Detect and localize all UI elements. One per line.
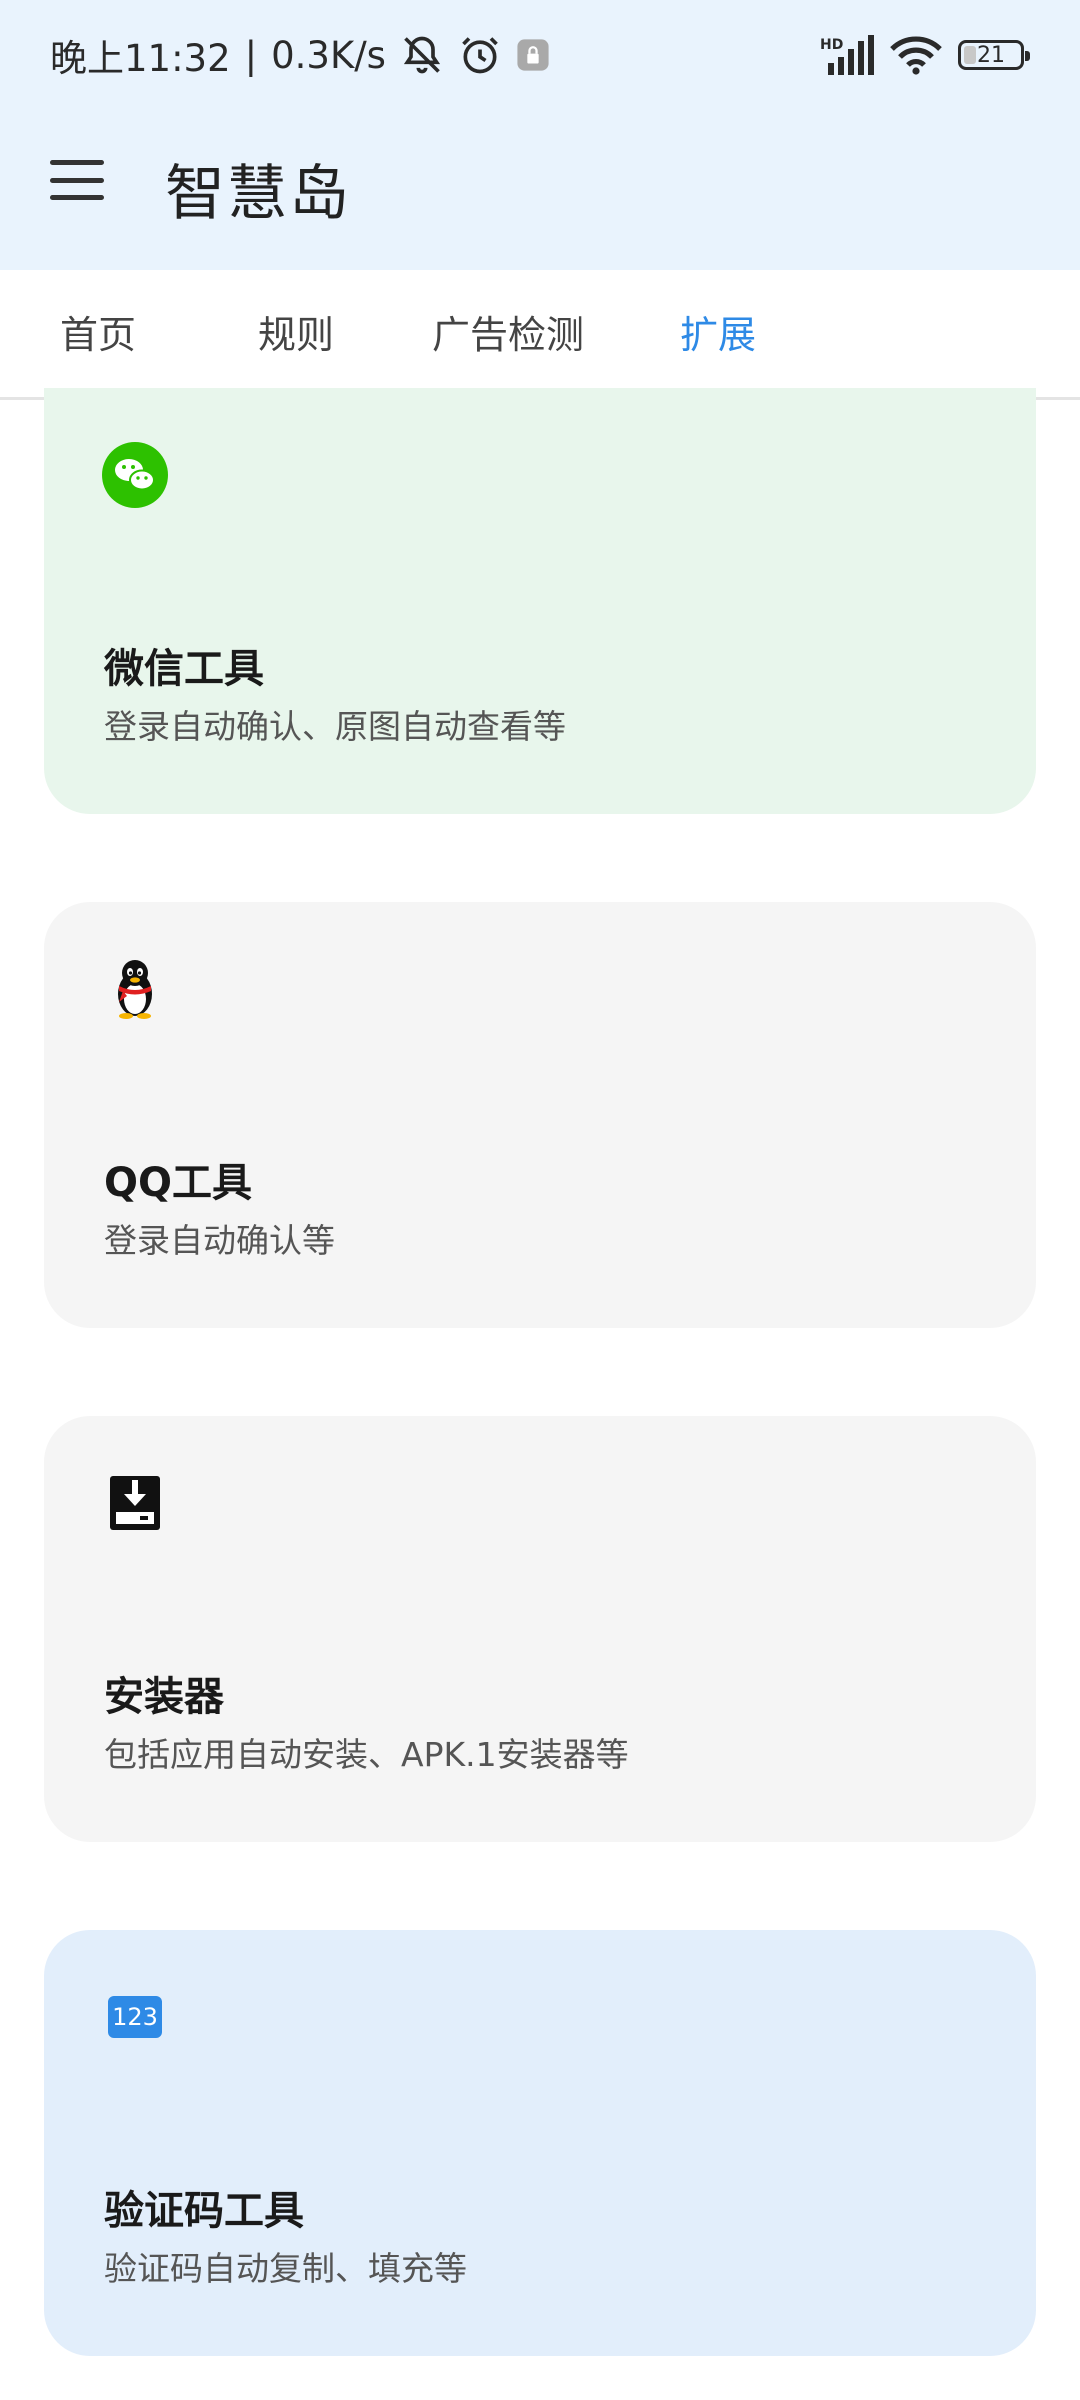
app-bar: 晚上11:32 | 0.3K/s HD 21 智慧岛 — [0, 0, 1080, 270]
svg-text:HD: HD — [820, 37, 843, 53]
card-title: QQ工具 — [104, 1160, 253, 1206]
download-box-icon — [110, 1476, 160, 1530]
menu-icon-line — [50, 160, 104, 165]
tab-rules[interactable]: 规则 — [258, 310, 334, 360]
status-separator: | — [244, 33, 258, 77]
card-title: 验证码工具 — [104, 2188, 304, 2234]
card-description: 登录自动确认等 — [104, 1221, 335, 1260]
status-bar: 晚上11:32 | 0.3K/s HD 21 — [0, 0, 1080, 110]
card-title: 微信工具 — [104, 646, 264, 692]
wechat-icon — [102, 442, 168, 508]
menu-icon-line — [50, 177, 104, 183]
menu-icon[interactable] — [50, 160, 104, 200]
card-title: 安装器 — [104, 1674, 224, 1720]
number-123-icon: 123 — [108, 1996, 162, 2038]
card-description: 登录自动确认、原图自动查看等 — [104, 707, 566, 746]
tab-home[interactable]: 首页 — [60, 310, 136, 360]
card-qq-tools[interactable]: QQ工具 登录自动确认等 — [44, 902, 1036, 1328]
battery-level: 21 — [977, 42, 1005, 68]
status-right: HD 21 — [806, 30, 1030, 80]
page-title: 智慧岛 — [165, 159, 351, 229]
number-123-icon-text: 123 — [112, 2003, 158, 2031]
card-description: 验证码自动复制、填充等 — [104, 2249, 467, 2288]
battery-fill — [964, 46, 976, 64]
tab-bar: 首页 规则 广告检测 扩展 — [0, 270, 1080, 400]
status-left: 晚上11:32 | 0.3K/s — [50, 30, 564, 80]
qq-penguin-icon — [118, 960, 152, 1019]
wifi-icon — [890, 36, 942, 75]
menu-icon-line — [50, 195, 104, 200]
status-time: 晚上11:32 — [50, 37, 231, 80]
card-wechat-tools[interactable]: 微信工具 登录自动确认、原图自动查看等 — [44, 388, 1036, 814]
tab-extensions[interactable]: 扩展 — [680, 310, 756, 360]
hd-signal-icon: HD — [820, 35, 874, 75]
tab-ad-detection[interactable]: 广告检测 — [432, 310, 584, 360]
alarm-icon — [462, 37, 498, 74]
card-description: 包括应用自动安装、APK.1安装器等 — [104, 1735, 629, 1774]
card-installer[interactable]: 安装器 包括应用自动安装、APK.1安装器等 — [44, 1416, 1036, 1842]
bell-off-icon — [403, 36, 441, 74]
lock-badge-icon — [517, 39, 549, 71]
card-captcha-tools[interactable]: 123 验证码工具 验证码自动复制、填充等 — [44, 1930, 1036, 2356]
network-speed: 0.3K/s — [271, 33, 386, 77]
battery-indicator: 21 — [958, 40, 1030, 70]
